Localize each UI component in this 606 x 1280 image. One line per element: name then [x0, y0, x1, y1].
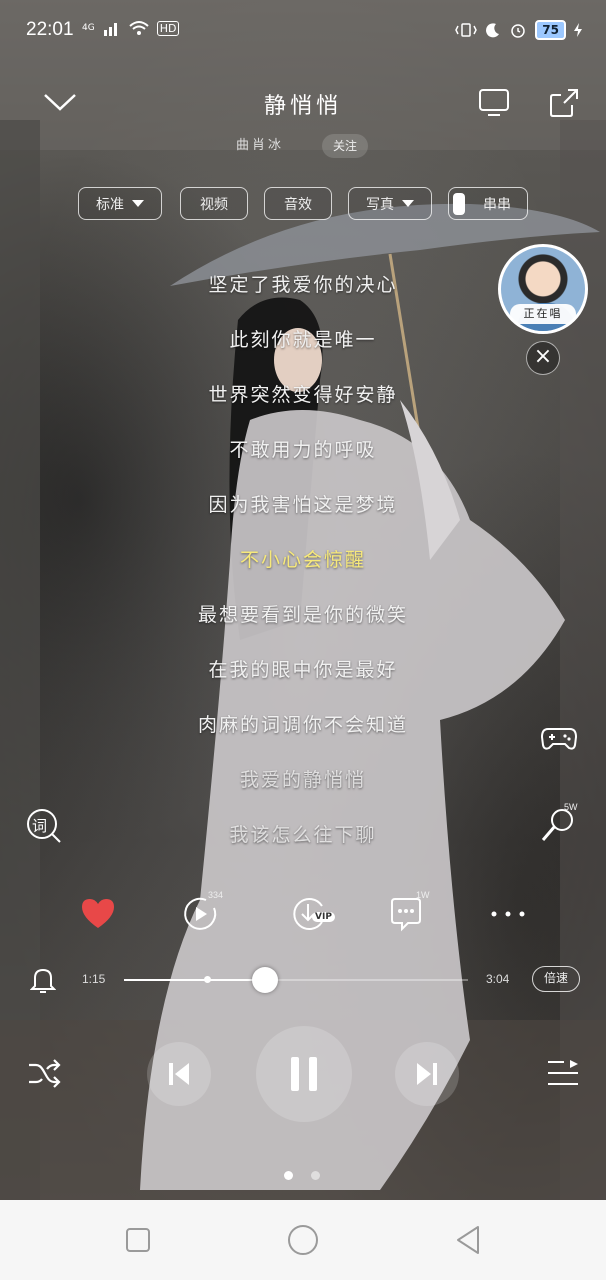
next-button[interactable] — [395, 1042, 459, 1106]
share-button[interactable] — [546, 86, 582, 120]
progress-thumb[interactable] — [252, 967, 279, 993]
comment-icon — [391, 898, 421, 932]
lyrics-mode-button[interactable]: 词 — [24, 806, 64, 846]
shuffle-icon — [29, 1059, 61, 1088]
playlist-button[interactable] — [544, 1056, 582, 1090]
lyric-line[interactable]: 肉麻的词调你不会知道 — [0, 710, 606, 737]
alarm-icon — [511, 24, 526, 38]
square-icon — [126, 1228, 150, 1252]
photo-chip[interactable]: 写真 — [348, 187, 432, 220]
play-count: 334 — [208, 890, 224, 900]
status-bar: 22:01 4G HD 75 — [0, 0, 606, 62]
vip-badge: VIP — [312, 912, 335, 922]
speed-button[interactable]: 倍速 — [532, 966, 580, 992]
cast-button[interactable] — [476, 86, 512, 120]
shuffle-button[interactable] — [26, 1056, 62, 1090]
game-button[interactable] — [538, 718, 580, 758]
signal-icon — [103, 23, 117, 36]
recents-button[interactable] — [122, 1224, 154, 1256]
sound-effect-chip[interactable]: 音效 — [264, 187, 332, 220]
circle-icon — [288, 1225, 318, 1255]
more-dots-icon — [491, 911, 525, 917]
music-video-button[interactable]: 334 — [180, 890, 223, 934]
karaoke-button[interactable]: 5W — [538, 802, 578, 844]
lyric-line[interactable]: 我爱的静悄悄 — [0, 765, 606, 792]
toggle-knob — [453, 192, 465, 215]
pause-button[interactable] — [256, 1026, 352, 1122]
playlist-icon — [548, 1060, 578, 1085]
charging-icon — [574, 23, 582, 37]
progress-track[interactable] — [124, 967, 468, 993]
karaoke-count: 5W — [564, 802, 578, 812]
heart-icon — [82, 899, 114, 928]
lyric-line[interactable]: 此刻你就是唯一 — [0, 325, 606, 352]
lyric-line[interactable]: 最想要看到是你的微笑 — [0, 600, 606, 627]
network-type: 4G — [82, 23, 95, 33]
lyric-line[interactable]: 我该怎么往下聊 — [0, 820, 606, 847]
more-button[interactable] — [488, 900, 528, 928]
page-indicator — [284, 1171, 320, 1180]
page-dot — [284, 1171, 293, 1180]
close-icon: × — [533, 344, 553, 369]
battery-level: 75 — [535, 20, 566, 40]
previous-button[interactable] — [147, 1042, 211, 1106]
system-navigation-bar — [0, 1200, 606, 1280]
hd-label: HD — [156, 20, 180, 36]
triangle-back-icon — [457, 1226, 479, 1254]
back-button[interactable] — [452, 1224, 484, 1256]
comments-button[interactable]: 1W — [386, 890, 430, 934]
next-icon — [417, 1063, 437, 1085]
like-button[interactable] — [78, 894, 118, 932]
moon-icon — [486, 23, 500, 38]
sleep-timer-button[interactable] — [28, 964, 58, 996]
status-time: 22:01 — [26, 19, 74, 40]
lyric-line[interactable]: 在我的眼中你是最好 — [0, 655, 606, 682]
progress-area: 1:15 3:04 倍速 — [0, 962, 606, 998]
singing-label: 正在唱 — [510, 304, 576, 324]
quality-chip[interactable]: 标准 — [78, 187, 162, 220]
play-video-icon — [184, 897, 217, 930]
home-button[interactable] — [287, 1224, 319, 1256]
total-time: 3:04 — [486, 972, 510, 986]
bell-icon — [30, 968, 56, 993]
follow-button[interactable]: 关注 — [322, 134, 368, 158]
screen-cast-icon — [479, 89, 509, 116]
medley-chip[interactable]: 串串 — [448, 187, 528, 220]
download-button[interactable]: VIP — [284, 894, 336, 934]
playback-controls — [0, 1024, 606, 1124]
video-chip[interactable]: 视频 — [180, 187, 248, 220]
buffer-marker — [203, 976, 211, 983]
lyric-line[interactable]: 因为我害怕这是梦境 — [0, 490, 606, 517]
lyrics-mode-label: 词 — [32, 817, 48, 835]
gamepad-icon — [540, 728, 578, 750]
close-bubble-button[interactable]: × — [526, 341, 560, 375]
vibrate-icon — [455, 23, 478, 37]
pause-icon — [291, 1057, 317, 1091]
previous-icon — [169, 1063, 189, 1085]
lyric-line-active[interactable]: 不小心会惊醒 — [0, 545, 606, 572]
artist-name[interactable]: 曲肖冰 — [236, 134, 284, 153]
current-time: 1:15 — [82, 972, 106, 986]
comment-count: 1W — [416, 890, 430, 900]
lyric-line[interactable]: 不敢用力的呼吸 — [0, 435, 606, 462]
wifi-icon — [129, 21, 149, 35]
share-icon — [550, 89, 578, 117]
lyric-line[interactable]: 世界突然变得好安静 — [0, 380, 606, 407]
song-title: 静悄悄 — [263, 94, 342, 119]
dropdown-icon — [132, 200, 144, 207]
dropdown-icon — [402, 200, 414, 207]
page-dot — [311, 1171, 320, 1180]
progress-played — [124, 979, 266, 981]
